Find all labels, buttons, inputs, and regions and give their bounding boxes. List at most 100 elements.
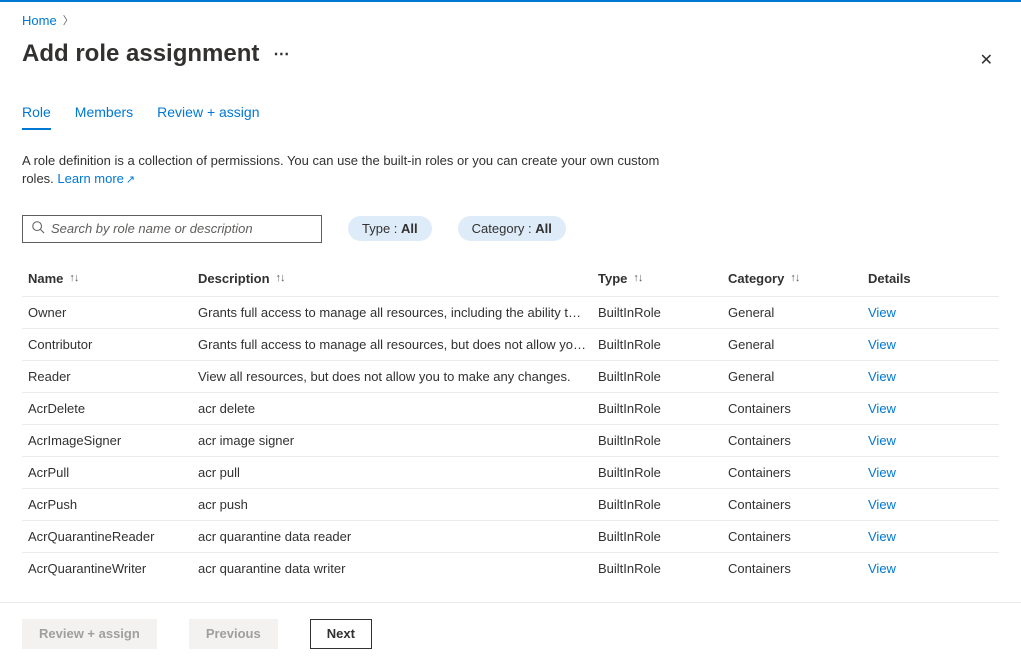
cell-category: Containers	[728, 561, 868, 576]
cell-name: AcrImageSigner	[28, 433, 198, 448]
view-link[interactable]: View	[868, 305, 968, 320]
sort-icon: ↑↓	[276, 272, 285, 284]
cell-description: acr push	[198, 497, 598, 512]
page-title-text: Add role assignment	[22, 40, 259, 68]
cell-description: Grants full access to manage all resourc…	[198, 305, 598, 320]
cell-category: Containers	[728, 401, 868, 416]
cell-name: AcrQuarantineWriter	[28, 561, 198, 576]
cell-description: acr quarantine data writer	[198, 561, 598, 576]
page-description: A role definition is a collection of per…	[22, 152, 662, 189]
title-row: Add role assignment ⋯	[22, 40, 999, 68]
learn-more-link[interactable]: Learn more↗	[57, 171, 135, 186]
cell-name: AcrPush	[28, 497, 198, 512]
filter-category-pill[interactable]: Category : All	[458, 216, 566, 241]
cell-category: General	[728, 305, 868, 320]
view-link[interactable]: View	[868, 529, 968, 544]
cell-category: Containers	[728, 529, 868, 544]
col-name-label: Name	[28, 271, 63, 286]
cell-name: Reader	[28, 369, 198, 384]
view-link[interactable]: View	[868, 401, 968, 416]
sort-icon: ↑↓	[69, 272, 78, 284]
cell-description: acr image signer	[198, 433, 598, 448]
col-type-label: Type	[598, 271, 627, 286]
more-actions-icon[interactable]: ⋯	[273, 44, 291, 64]
col-category-label: Category	[728, 271, 784, 286]
filter-type-pill[interactable]: Type : All	[348, 216, 432, 241]
table-row[interactable]: AcrDeleteacr deleteBuiltInRoleContainers…	[22, 393, 999, 425]
cell-type: BuiltInRole	[598, 497, 728, 512]
table-body: OwnerGrants full access to manage all re…	[22, 297, 999, 582]
cell-description: acr delete	[198, 401, 598, 416]
search-input[interactable]	[51, 221, 313, 236]
col-details-label: Details	[868, 271, 911, 286]
table-header: Name ↑↓ Description ↑↓ Type ↑↓ Category ↑↓ D…	[22, 261, 999, 297]
tabs: Role Members Review + assign	[22, 104, 999, 130]
view-link[interactable]: View	[868, 433, 968, 448]
cell-type: BuiltInRole	[598, 529, 728, 544]
filter-row: Type : All Category : All	[22, 215, 999, 243]
view-link[interactable]: View	[868, 465, 968, 480]
col-type[interactable]: Type ↑↓	[598, 271, 728, 286]
table-row[interactable]: AcrQuarantineReaderacr quarantine data r…	[22, 521, 999, 553]
table-row[interactable]: ReaderView all resources, but does not a…	[22, 361, 999, 393]
col-description-label: Description	[198, 271, 270, 286]
view-link[interactable]: View	[868, 497, 968, 512]
previous-button: Previous	[189, 619, 278, 649]
page-title: Add role assignment ⋯	[22, 40, 291, 68]
sort-icon: ↑↓	[633, 272, 642, 284]
view-link[interactable]: View	[868, 369, 968, 384]
search-box[interactable]	[22, 215, 322, 243]
table-row[interactable]: OwnerGrants full access to manage all re…	[22, 297, 999, 329]
table-row[interactable]: ContributorGrants full access to manage …	[22, 329, 999, 361]
horizontal-scrollbar[interactable]	[0, 648, 1021, 664]
main-panel: Home 〉 Add role assignment ⋯ ✕ Role Memb…	[0, 2, 1021, 582]
close-icon[interactable]: ✕	[974, 44, 999, 76]
cell-category: General	[728, 337, 868, 352]
col-description[interactable]: Description ↑↓	[198, 271, 598, 286]
cell-type: BuiltInRole	[598, 465, 728, 480]
learn-more-label: Learn more	[57, 171, 123, 186]
tab-review-assign[interactable]: Review + assign	[157, 104, 259, 130]
filter-category-value: All	[535, 221, 552, 236]
cell-name: Contributor	[28, 337, 198, 352]
view-link[interactable]: View	[868, 561, 968, 576]
table-row[interactable]: AcrPushacr pushBuiltInRoleContainersView	[22, 489, 999, 521]
tab-members[interactable]: Members	[75, 104, 133, 130]
cell-name: Owner	[28, 305, 198, 320]
cell-type: BuiltInRole	[598, 561, 728, 576]
breadcrumb: Home 〉	[22, 12, 999, 28]
cell-category: Containers	[728, 433, 868, 448]
table-row[interactable]: AcrPullacr pullBuiltInRoleContainersView	[22, 457, 999, 489]
breadcrumb-home-link[interactable]: Home	[22, 13, 57, 28]
next-button[interactable]: Next	[310, 619, 372, 649]
roles-table: Name ↑↓ Description ↑↓ Type ↑↓ Category ↑↓ D…	[22, 261, 999, 582]
cell-category: Containers	[728, 497, 868, 512]
cell-description: acr quarantine data reader	[198, 529, 598, 544]
review-assign-button: Review + assign	[22, 619, 157, 649]
external-link-icon: ↗	[126, 174, 135, 186]
chevron-right-icon: 〉	[63, 12, 74, 28]
search-icon	[31, 220, 45, 237]
cell-description: acr pull	[198, 465, 598, 480]
cell-type: BuiltInRole	[598, 305, 728, 320]
sort-icon: ↑↓	[790, 272, 799, 284]
cell-name: AcrQuarantineReader	[28, 529, 198, 544]
table-row[interactable]: AcrImageSigneracr image signerBuiltInRol…	[22, 425, 999, 457]
view-link[interactable]: View	[868, 337, 968, 352]
cell-type: BuiltInRole	[598, 369, 728, 384]
col-category[interactable]: Category ↑↓	[728, 271, 868, 286]
filter-type-value: All	[401, 221, 418, 236]
filter-type-label: Type :	[362, 221, 401, 236]
cell-category: Containers	[728, 465, 868, 480]
table-row[interactable]: AcrQuarantineWriteracr quarantine data w…	[22, 553, 999, 582]
cell-category: General	[728, 369, 868, 384]
tab-role[interactable]: Role	[22, 104, 51, 130]
cell-description: Grants full access to manage all resourc…	[198, 337, 598, 352]
cell-name: AcrPull	[28, 465, 198, 480]
cell-type: BuiltInRole	[598, 433, 728, 448]
cell-type: BuiltInRole	[598, 401, 728, 416]
cell-name: AcrDelete	[28, 401, 198, 416]
col-name[interactable]: Name ↑↓	[28, 271, 198, 286]
cell-description: View all resources, but does not allow y…	[198, 369, 598, 384]
col-details: Details	[868, 271, 968, 286]
